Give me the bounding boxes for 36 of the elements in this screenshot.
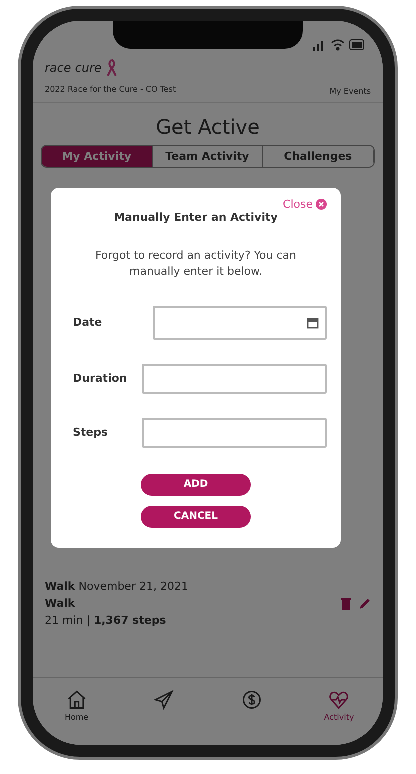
home-icon xyxy=(66,689,88,711)
event-name: 2022 Race for the Cure - CO Test xyxy=(45,85,176,94)
activity-type: Walk xyxy=(45,597,76,610)
trash-icon[interactable] xyxy=(341,598,351,610)
field-label: Steps xyxy=(72,426,110,440)
close-icon xyxy=(316,199,327,210)
modal-description: Forgot to record an activity? You can manually enter it below. xyxy=(94,248,298,280)
nav-tab[interactable]: Home xyxy=(52,688,102,723)
page-title: Get Active xyxy=(155,115,261,139)
input-field[interactable] xyxy=(142,364,327,394)
paper-plane-icon xyxy=(153,689,176,711)
heart-pulse-icon xyxy=(328,689,350,711)
activity-duration: 21 min xyxy=(45,614,84,627)
wifi-icon xyxy=(331,39,345,51)
ribbon-icon xyxy=(106,59,118,77)
tab[interactable]: My Activity xyxy=(42,146,153,167)
my-events-menu[interactable]: My Events xyxy=(330,87,371,96)
add-button[interactable]: ADD xyxy=(141,474,251,496)
date-field[interactable] xyxy=(153,306,327,340)
logo-text: race xyxy=(45,61,72,75)
field-label: Duration xyxy=(72,372,128,386)
modal-title: Manually Enter an Activity xyxy=(114,211,278,224)
cancel-button[interactable]: CANCEL xyxy=(141,506,251,528)
dollar-coin-icon xyxy=(240,689,263,711)
nav-tab[interactable]: Activity xyxy=(314,688,364,723)
activity-steps: 1,367 steps xyxy=(94,614,166,627)
activity-name: Walk xyxy=(45,580,76,593)
activity-date: November 21, 2021 xyxy=(78,580,188,593)
separator: | xyxy=(86,614,90,627)
pencil-icon[interactable] xyxy=(359,598,371,610)
field-label: Date xyxy=(72,316,104,330)
input-field[interactable] xyxy=(142,418,327,448)
logo-text: cure xyxy=(75,61,102,75)
calendar-icon xyxy=(307,316,319,329)
battery-icon xyxy=(349,39,367,51)
close-button[interactable]: Close xyxy=(283,198,327,211)
